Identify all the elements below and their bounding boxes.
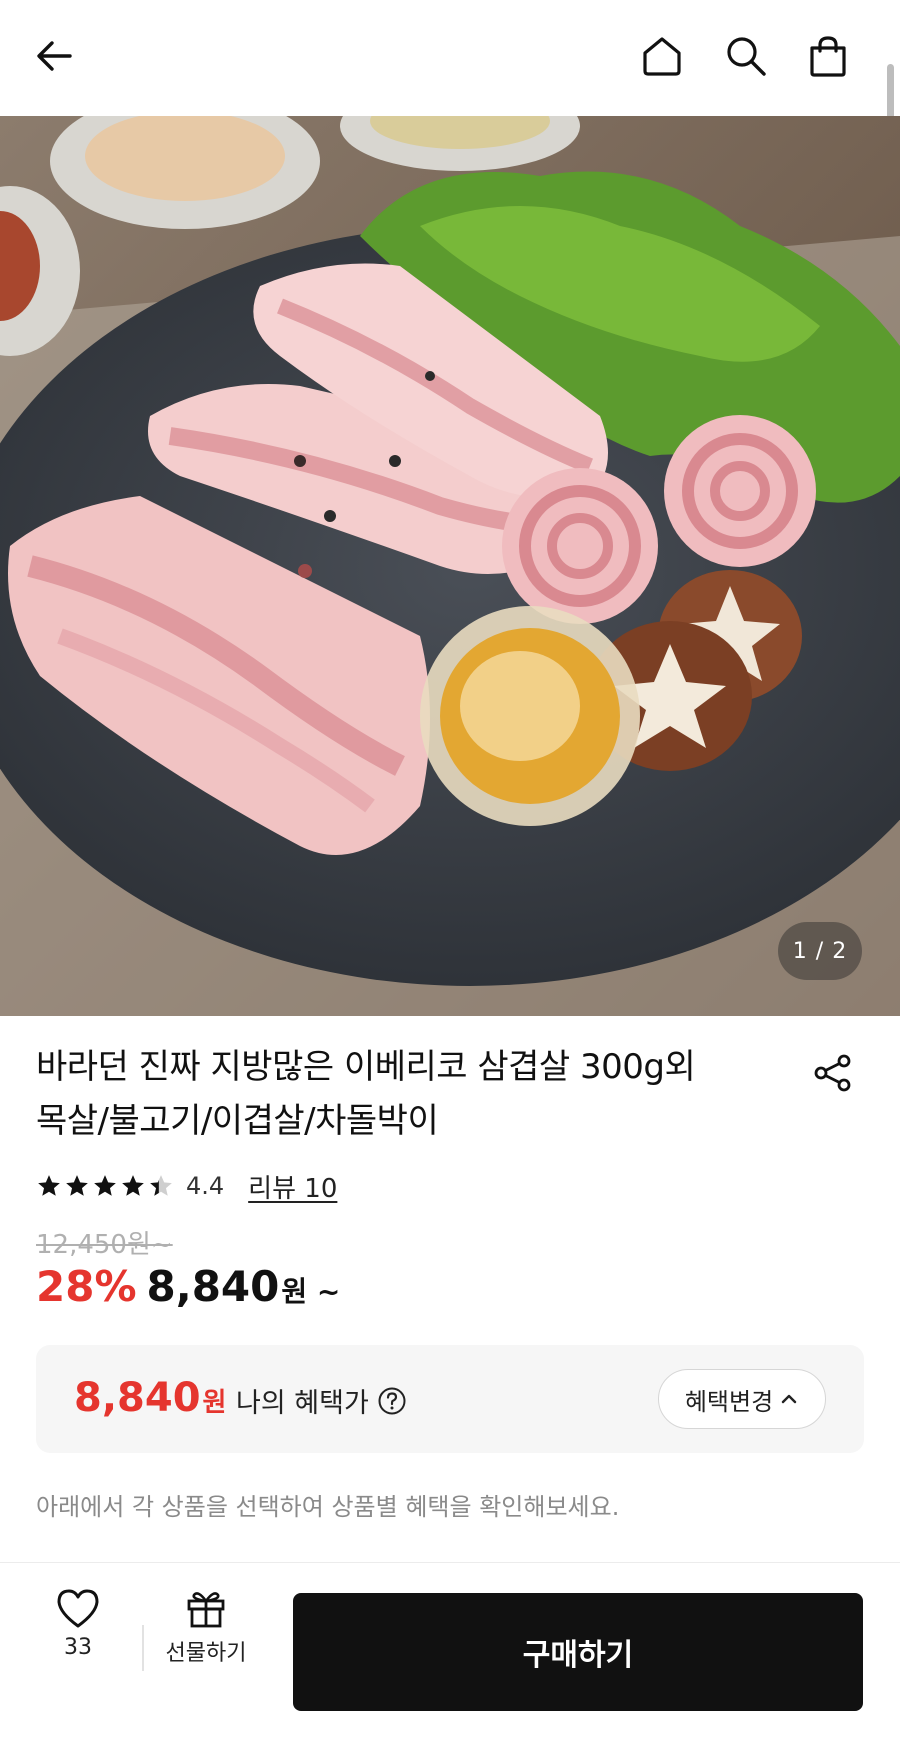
shopping-bag-icon[interactable] <box>802 30 854 82</box>
benefit-box: 8,840 원 나의 혜택가 혜택변경 <box>36 1345 864 1453</box>
home-icon[interactable] <box>636 30 688 82</box>
product-title-line2: 목살/불고기/이겹살/차돌박이 <box>36 1101 439 1141</box>
benefit-change-label: 혜택변경 <box>684 1387 774 1416</box>
product-title-line1: 바라던 진짜 지방많은 이베리코 삼겹살 300g외 <box>36 1047 696 1087</box>
discount-rate: 28% <box>36 1262 137 1311</box>
heart-icon <box>57 1589 99 1628</box>
benefit-price: 8,840 원 <box>74 1375 226 1421</box>
rating-row: 4.4 리뷰 10 <box>36 1168 337 1204</box>
product-title: 바라던 진짜 지방많은 이베리코 삼겹살 300g외 목살/불고기/이겹살/차돌… <box>36 1040 756 1148</box>
chevron-up-icon <box>781 1394 797 1404</box>
top-nav-bar <box>0 0 900 116</box>
price-row: 28% 8,840 원 ~ <box>36 1262 340 1318</box>
gift-button[interactable]: 선물하기 <box>158 1587 254 1667</box>
benefit-label-text: 나의 혜택가 <box>236 1388 369 1419</box>
like-button[interactable]: 33 <box>42 1587 114 1660</box>
sale-price-unit: 원 ~ <box>281 1275 341 1308</box>
original-price: 12,450원~ <box>36 1230 173 1260</box>
back-arrow-icon[interactable] <box>28 30 80 82</box>
star-full-icon <box>122 1175 144 1196</box>
benefit-change-button[interactable]: 혜택변경 <box>658 1369 826 1429</box>
benefit-price-unit: 원 <box>202 1388 227 1418</box>
like-count: 33 <box>64 1635 92 1660</box>
star-full-icon <box>66 1175 88 1196</box>
star-full-icon <box>38 1175 60 1196</box>
divider <box>142 1625 144 1671</box>
image-pager: 1 / 2 <box>778 922 862 980</box>
search-icon[interactable] <box>720 30 772 82</box>
sale-price: 8,840 <box>146 1262 280 1311</box>
buy-button[interactable]: 구매하기 <box>293 1593 863 1711</box>
review-count-link[interactable]: 리뷰 10 <box>248 1168 337 1205</box>
benefit-price-value: 8,840 <box>74 1375 201 1421</box>
help-icon[interactable] <box>377 1386 407 1416</box>
share-icon[interactable] <box>808 1048 858 1098</box>
gift-icon <box>187 1592 225 1628</box>
star-full-icon <box>94 1175 116 1196</box>
benefit-hint-text: 아래에서 각 상품을 선택하여 상품별 혜택을 확인해보세요. <box>36 1493 620 1521</box>
product-image[interactable] <box>0 116 900 1016</box>
bottom-action-bar: 33 선물하기 구매하기 <box>0 1562 900 1738</box>
rating-stars <box>36 1173 174 1199</box>
star-partial-icon <box>150 1175 172 1196</box>
benefit-label: 나의 혜택가 <box>236 1381 407 1420</box>
rating-value: 4.4 <box>186 1172 225 1200</box>
gift-label: 선물하기 <box>165 1641 247 1666</box>
product-photo-illustration <box>0 116 900 1016</box>
